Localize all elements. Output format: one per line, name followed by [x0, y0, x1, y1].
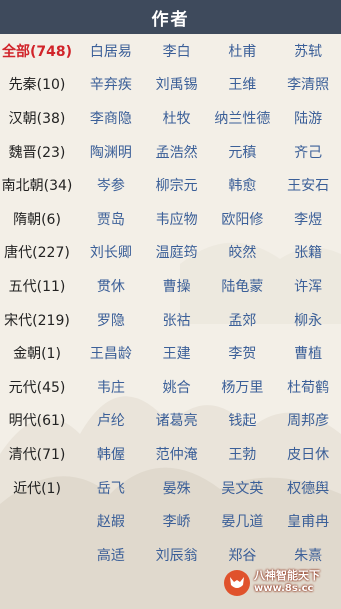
- dynasty-item[interactable]: 魏晋(23): [0, 135, 74, 169]
- dynasty-item[interactable]: 南北朝(34): [0, 168, 74, 202]
- author-item[interactable]: 贾岛: [78, 202, 144, 236]
- author-item[interactable]: 姚合: [144, 370, 210, 404]
- top-bar: 作者: [0, 0, 341, 34]
- author-grid: 白居易 李白 杜甫 苏轼辛弃疾 刘禹锡 王维 李清照李商隐 杜牧 纳兰性德 陆游陶渊明 孟浩然 元稹齐…: [78, 34, 341, 572]
- author-item[interactable]: 高适: [78, 538, 144, 572]
- author-item[interactable]: 卢纶: [78, 404, 144, 438]
- author-item[interactable]: 皇甫冉: [275, 504, 341, 538]
- author-item[interactable]: 韦庄: [78, 370, 144, 404]
- author-item[interactable]: 李白: [144, 34, 210, 68]
- author-item[interactable]: 韩愈: [210, 168, 276, 202]
- author-item[interactable]: 王勃: [210, 437, 276, 471]
- author-item[interactable]: 孟郊: [210, 303, 276, 337]
- author-item[interactable]: 岳飞: [78, 471, 144, 505]
- author-item[interactable]: 诸葛亮: [144, 404, 210, 438]
- dynasty-list: 全部(748) 先秦(10) 汉朝(38) 魏晋(23) 南北朝(34) 隋朝(6) 唐代(…: [0, 34, 74, 504]
- author-item[interactable]: 曹植: [275, 336, 341, 370]
- author-item[interactable]: 钱起: [210, 404, 276, 438]
- author-item[interactable]: 皮日休: [275, 437, 341, 471]
- author-item[interactable]: 陆龟蒙: [210, 269, 276, 303]
- dynasty-item[interactable]: 宋代(219): [0, 303, 74, 337]
- site-watermark: 八神智能天下 www.8s.cc: [222, 556, 341, 609]
- dynasty-item[interactable]: 全部(748): [0, 34, 74, 68]
- author-item[interactable]: 李商隐: [78, 101, 144, 135]
- author-item[interactable]: 晏几道: [210, 504, 276, 538]
- author-item[interactable]: 周邦彦: [275, 404, 341, 438]
- author-item[interactable]: 皎然: [210, 236, 276, 270]
- author-item[interactable]: 齐己: [275, 135, 341, 169]
- page-title: 作者: [151, 9, 190, 30]
- author-item[interactable]: 白居易: [78, 34, 144, 68]
- author-item[interactable]: 韦应物: [144, 202, 210, 236]
- author-item[interactable]: 王维: [210, 68, 276, 102]
- author-item[interactable]: 杨万里: [210, 370, 276, 404]
- author-item[interactable]: 罗隐: [78, 303, 144, 337]
- author-item[interactable]: 元稹: [210, 135, 276, 169]
- author-item[interactable]: 韩偓: [78, 437, 144, 471]
- watermark-url: www.8s.cc: [254, 583, 314, 595]
- fox-logo-icon: [224, 569, 250, 596]
- author-item[interactable]: 李贺: [210, 336, 276, 370]
- dynasty-item[interactable]: 明代(61): [0, 404, 74, 438]
- dynasty-item[interactable]: 元代(45): [0, 370, 74, 404]
- author-item[interactable]: 辛弃疾: [78, 68, 144, 102]
- author-item[interactable]: 吴文英: [210, 471, 276, 505]
- author-item[interactable]: 李峤: [144, 504, 210, 538]
- author-item[interactable]: 晏殊: [144, 471, 210, 505]
- author-item[interactable]: 柳宗元: [144, 168, 210, 202]
- author-item[interactable]: 赵嘏: [78, 504, 144, 538]
- author-item[interactable]: 刘长卿: [78, 236, 144, 270]
- author-item[interactable]: 岑参: [78, 168, 144, 202]
- author-item[interactable]: 曹操: [144, 269, 210, 303]
- author-item[interactable]: 杜牧: [144, 101, 210, 135]
- author-item[interactable]: 温庭筠: [144, 236, 210, 270]
- author-item[interactable]: 李清照: [275, 68, 341, 102]
- author-item[interactable]: 柳永: [275, 303, 341, 337]
- author-item[interactable]: 许浑: [275, 269, 341, 303]
- author-item[interactable]: 欧阳修: [210, 202, 276, 236]
- dynasty-item[interactable]: 汉朝(38): [0, 101, 74, 135]
- author-item[interactable]: 王昌龄: [78, 336, 144, 370]
- author-item[interactable]: 陆游: [275, 101, 341, 135]
- author-item[interactable]: 王建: [144, 336, 210, 370]
- dynasty-item[interactable]: 五代(11): [0, 269, 74, 303]
- author-item[interactable]: 权德舆: [275, 471, 341, 505]
- dynasty-item[interactable]: 唐代(227): [0, 236, 74, 270]
- author-item[interactable]: 刘禹锡: [144, 68, 210, 102]
- dynasty-item[interactable]: 清代(71): [0, 437, 74, 471]
- dynasty-item[interactable]: 先秦(10): [0, 68, 74, 102]
- dynasty-item[interactable]: 金朝(1): [0, 336, 74, 370]
- dynasty-item[interactable]: 隋朝(6): [0, 202, 74, 236]
- author-item[interactable]: 张祜: [144, 303, 210, 337]
- author-item[interactable]: 王安石: [275, 168, 341, 202]
- author-item[interactable]: 刘辰翁: [144, 538, 210, 572]
- author-item[interactable]: 张籍: [275, 236, 341, 270]
- author-item[interactable]: 苏轼: [275, 34, 341, 68]
- author-item[interactable]: 陶渊明: [78, 135, 144, 169]
- dynasty-item[interactable]: 近代(1): [0, 471, 74, 505]
- author-item[interactable]: 贯休: [78, 269, 144, 303]
- author-item[interactable]: 范仲淹: [144, 437, 210, 471]
- author-item[interactable]: 孟浩然: [144, 135, 210, 169]
- author-item[interactable]: 李煜: [275, 202, 341, 236]
- watermark-title: 八神智能天下: [254, 569, 320, 583]
- author-item[interactable]: 杜荀鹤: [275, 370, 341, 404]
- author-item[interactable]: 杜甫: [210, 34, 276, 68]
- author-item[interactable]: 纳兰性德: [210, 101, 276, 135]
